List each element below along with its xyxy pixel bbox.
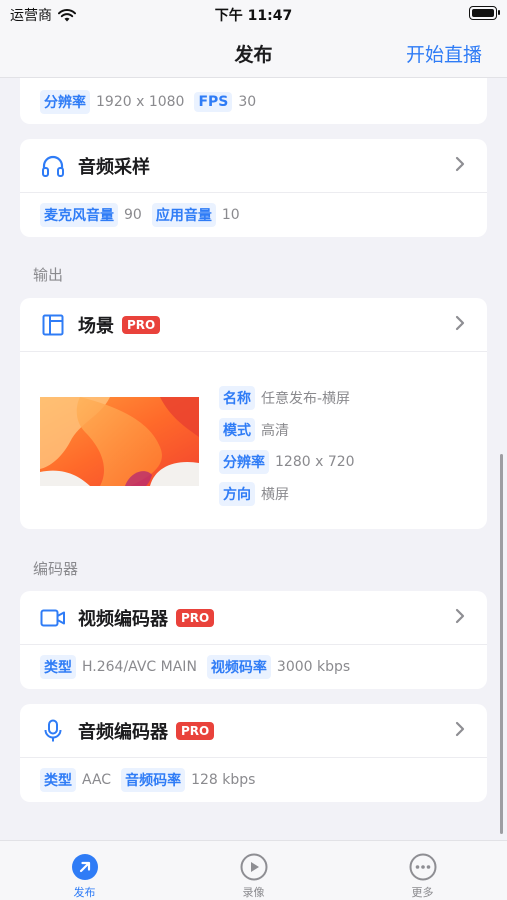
tag-value: H.264/AVC MAIN xyxy=(82,659,197,675)
tab-record[interactable]: 录像 xyxy=(169,841,338,900)
play-circle-icon xyxy=(240,853,267,881)
tag-value: 3000 kbps xyxy=(276,659,351,675)
tab-label: 发布 xyxy=(73,886,96,899)
tag-label: 类型 xyxy=(40,768,76,792)
scene-thumbnail[interactable] xyxy=(40,397,199,486)
audio-encoder-tags: 类型 AAC 音频码率 128 kbps xyxy=(20,758,487,802)
chevron-right-icon[interactable] xyxy=(453,313,467,333)
pro-badge: PRO xyxy=(176,721,215,740)
scene-card[interactable]: 场景 PRO 名称 任意发布-横屏 模式 高清 分辨率 1280 x 720 方… xyxy=(20,298,487,529)
video-encoder-header[interactable]: 视频编码器 PRO xyxy=(20,591,487,645)
status-time: 下午 11:47 xyxy=(214,8,293,24)
more-dots-icon xyxy=(409,853,436,881)
tag-label: 视频码率 xyxy=(206,655,271,679)
chevron-right-icon[interactable] xyxy=(453,606,467,626)
layout-icon xyxy=(40,312,66,338)
status-bar: 运营商 下午 11:47 xyxy=(0,0,507,28)
tag-label: 名称 xyxy=(219,386,255,410)
video-encoder-card[interactable]: 视频编码器 PRO 类型 H.264/AVC MAIN 视频码率 3000 kb… xyxy=(20,591,487,689)
battery-icon xyxy=(469,6,500,20)
tab-label: 更多 xyxy=(411,886,434,899)
scroll-indicator[interactable] xyxy=(500,454,503,834)
scene-header[interactable]: 场景 PRO xyxy=(20,298,487,352)
audio-encoder-header[interactable]: 音频编码器 PRO xyxy=(20,704,487,758)
tag-label: 类型 xyxy=(40,655,76,679)
encoder-section-label: 编码器 xyxy=(33,560,79,578)
chevron-right-icon[interactable] xyxy=(453,154,467,174)
tag-label: 分辨率 xyxy=(219,450,269,474)
tag-value: 任意发布-横屏 xyxy=(261,391,351,407)
navigation-bar: 发布 开始直播 xyxy=(0,28,507,78)
video-camera-icon xyxy=(40,605,66,631)
scene-info-row: 名称 任意发布-横屏 xyxy=(219,382,365,414)
audio-sampling-title: 音频采样 xyxy=(78,156,150,178)
microphone-icon xyxy=(40,718,66,744)
settings-scroll-view[interactable]: 分辨率 1920 x 1080 FPS 30 音频采样 麦克风音量 90 应用音 xyxy=(0,78,507,840)
tag-value: 10 xyxy=(221,207,240,223)
headphones-icon xyxy=(40,153,66,179)
tab-bar: 发布 录像 更多 xyxy=(0,840,507,900)
scene-info: 名称 任意发布-横屏 模式 高清 分辨率 1280 x 720 方向 横屏 xyxy=(219,382,365,510)
tag-value: 128 kbps xyxy=(191,772,256,788)
tag-label: 方向 xyxy=(219,482,255,506)
tag-label: FPS xyxy=(194,92,233,112)
tag-value: 30 xyxy=(238,94,257,110)
scene-info-row: 方向 横屏 xyxy=(219,478,365,510)
tab-more[interactable]: 更多 xyxy=(338,841,507,900)
tab-label: 录像 xyxy=(242,886,265,899)
tag-label: 模式 xyxy=(219,418,255,442)
scene-body: 名称 任意发布-横屏 模式 高清 分辨率 1280 x 720 方向 横屏 xyxy=(20,352,487,530)
audio-encoder-card[interactable]: 音频编码器 PRO 类型 AAC 音频码率 128 kbps xyxy=(20,704,487,802)
scene-info-row: 分辨率 1280 x 720 xyxy=(219,446,365,478)
video-encoder-tags: 类型 H.264/AVC MAIN 视频码率 3000 kbps xyxy=(20,645,487,689)
audio-sampling-tags: 麦克风音量 90 应用音量 10 xyxy=(20,193,487,237)
start-live-button[interactable]: 开始直播 xyxy=(406,40,482,67)
output-section-label: 输出 xyxy=(33,266,64,284)
video-encoder-title: 视频编码器 xyxy=(78,608,168,630)
tab-publish[interactable]: 发布 xyxy=(0,841,169,900)
tag-label: 麦克风音量 xyxy=(40,203,118,227)
tag-value: 横屏 xyxy=(261,487,289,503)
tag-value: AAC xyxy=(82,772,112,788)
scene-info-row: 模式 高清 xyxy=(219,414,365,446)
scene-title: 场景 xyxy=(78,315,114,337)
publish-arrow-icon xyxy=(71,854,98,880)
audio-sampling-card[interactable]: 音频采样 麦克风音量 90 应用音量 10 xyxy=(20,139,487,237)
chevron-right-icon[interactable] xyxy=(453,719,467,739)
tag-value: 高清 xyxy=(261,423,289,439)
tag-label: 应用音量 xyxy=(151,203,216,227)
audio-sampling-header[interactable]: 音频采样 xyxy=(20,139,487,193)
video-capture-tags: 分辨率 1920 x 1080 FPS 30 xyxy=(20,78,487,124)
tag-value: 1280 x 720 xyxy=(275,454,355,470)
tag-label: 分辨率 xyxy=(40,90,90,114)
tag-value: 1920 x 1080 xyxy=(96,94,185,110)
video-capture-card[interactable]: 分辨率 1920 x 1080 FPS 30 xyxy=(20,78,487,124)
tag-label: 音频码率 xyxy=(121,768,186,792)
tag-value: 90 xyxy=(124,207,142,223)
audio-encoder-title: 音频编码器 xyxy=(78,721,168,743)
pro-badge: PRO xyxy=(176,608,215,627)
pro-badge: PRO xyxy=(122,315,161,334)
